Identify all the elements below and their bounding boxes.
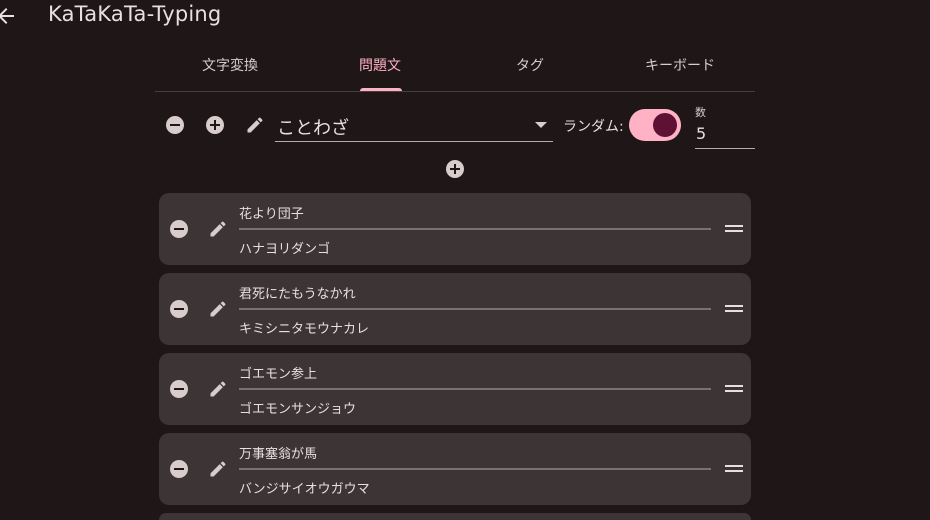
drag-handle-icon[interactable] <box>725 305 743 313</box>
question-reading: キミシニタモウナカレ <box>239 322 370 337</box>
category-select-value: ことわざ <box>277 118 349 139</box>
question-card: ゴエモン参上 ゴエモンサンジョウ <box>159 353 751 425</box>
remove-circle-icon <box>170 300 188 318</box>
tab-label: 問題文 <box>359 58 401 74</box>
question-card: 花より団子 ハナヨリダンゴ <box>159 193 751 265</box>
active-tab-indicator <box>360 88 402 91</box>
tab-keyboard[interactable]: キーボード <box>605 46 755 91</box>
tab-label: 文字変換 <box>202 58 258 74</box>
question-card: 君死にたもうなかれ キミシニタモウナカレ <box>159 273 751 345</box>
drag-handle-icon[interactable] <box>725 225 743 233</box>
tab-tags[interactable]: タグ <box>455 46 605 91</box>
random-toggle[interactable] <box>629 109 681 141</box>
question-reading: バンジサイオウガウマ <box>239 482 370 497</box>
tab-character-conversion[interactable]: 文字変換 <box>155 46 305 91</box>
remove-circle-icon <box>170 460 188 478</box>
edit-question-button[interactable] <box>207 378 229 400</box>
remove-question-button[interactable] <box>168 218 190 240</box>
add-question-button[interactable] <box>444 158 466 180</box>
tab-label: タグ <box>516 58 544 74</box>
question-card: 万事塞翁が馬 バンジサイオウガウマ <box>159 433 751 505</box>
divider <box>239 468 711 470</box>
question-reading: ハナヨリダンゴ <box>239 242 331 257</box>
tab-label: キーボード <box>645 58 715 74</box>
remove-circle-icon <box>170 220 188 238</box>
dropdown-arrow-icon <box>535 122 547 128</box>
edit-question-button[interactable] <box>207 458 229 480</box>
pencil-icon <box>247 117 263 133</box>
tab-questions[interactable]: 問題文 <box>305 46 455 91</box>
edit-question-button[interactable] <box>207 298 229 320</box>
pencil-icon <box>210 461 226 477</box>
edit-category-button[interactable] <box>244 114 266 136</box>
app-bar: KaTaKaTa-Typing <box>0 0 930 34</box>
category-select[interactable]: ことわざ <box>275 108 553 142</box>
pencil-icon <box>210 381 226 397</box>
question-text: 君死にたもうなかれ <box>239 287 356 302</box>
remove-question-button[interactable] <box>168 458 190 480</box>
count-input[interactable]: 5 <box>696 124 706 143</box>
random-label: ランダム: <box>563 119 624 135</box>
remove-question-button[interactable] <box>168 378 190 400</box>
divider <box>239 228 711 230</box>
question-text: 花より団子 <box>239 207 304 222</box>
remove-circle-icon <box>166 116 184 134</box>
remove-circle-icon <box>170 380 188 398</box>
question-count-field[interactable]: 数 5 <box>695 102 755 149</box>
tab-bar: 文字変換 問題文 タグ キーボード <box>155 46 755 92</box>
question-text: 万事塞翁が馬 <box>239 447 318 462</box>
question-card-partial <box>159 513 751 520</box>
remove-category-button[interactable] <box>164 114 186 136</box>
count-label: 数 <box>695 106 706 119</box>
app-title: KaTaKaTa-Typing <box>48 2 222 26</box>
drag-handle-icon[interactable] <box>725 385 743 393</box>
pencil-icon <box>210 301 226 317</box>
pencil-icon <box>210 221 226 237</box>
back-arrow-icon[interactable] <box>0 4 18 28</box>
toggle-knob <box>653 113 677 137</box>
divider <box>239 308 711 310</box>
drag-handle-icon[interactable] <box>725 465 743 473</box>
divider <box>239 388 711 390</box>
question-reading: ゴエモンサンジョウ <box>239 402 357 417</box>
add-category-button[interactable] <box>204 114 226 136</box>
remove-question-button[interactable] <box>168 298 190 320</box>
add-circle-icon <box>446 160 464 178</box>
add-circle-icon <box>206 116 224 134</box>
edit-question-button[interactable] <box>207 218 229 240</box>
question-text: ゴエモン参上 <box>239 367 318 382</box>
